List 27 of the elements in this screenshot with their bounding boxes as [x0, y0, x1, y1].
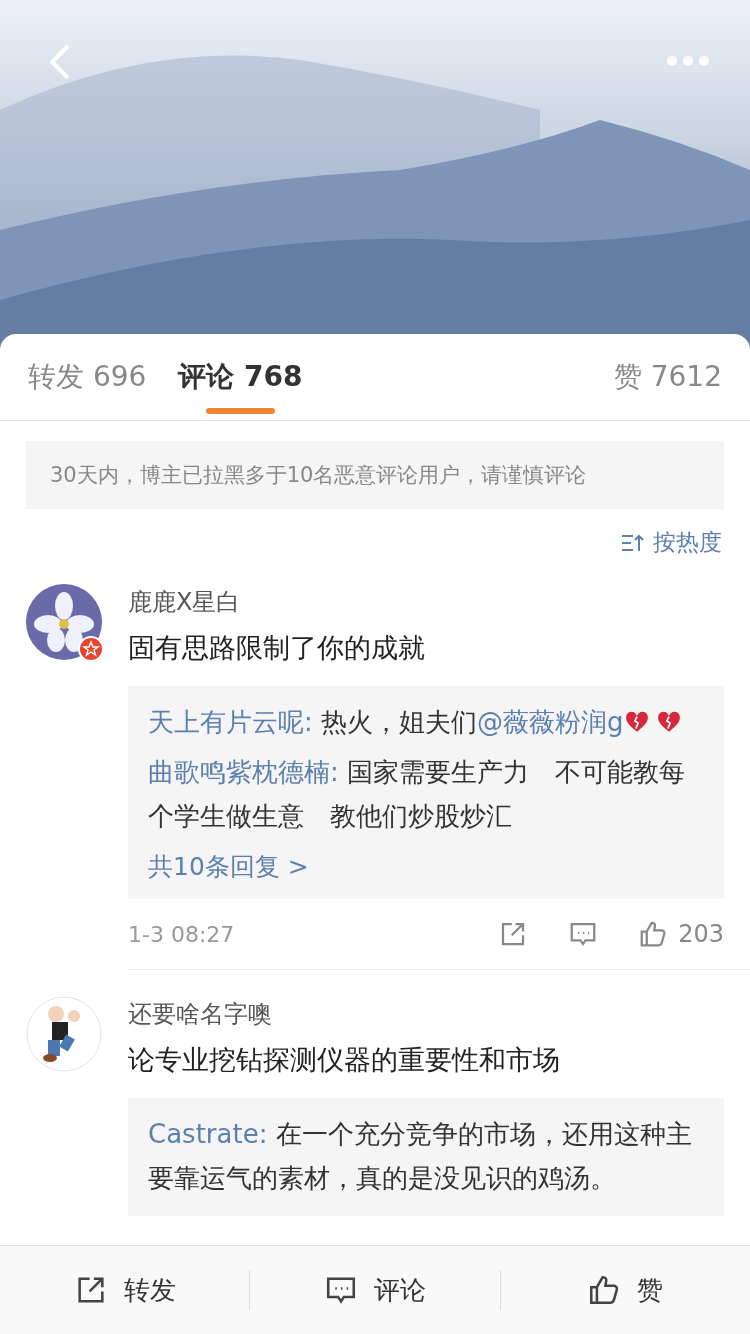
reply-text: 天上有片云呢: 热火，姐夫们@薇薇粉润g [148, 700, 704, 744]
comment-button[interactable]: 评论 [250, 1246, 500, 1334]
tab[interactable]: 赞 7612 [613, 334, 722, 420]
sort-button[interactable]: 按热度 [621, 527, 722, 558]
user-name[interactable]: 鹿鹿X星白 [128, 586, 724, 618]
sort-icon [621, 532, 645, 553]
cartoon-sailor-avatar[interactable] [26, 996, 102, 1072]
thumbs-up-icon [638, 919, 669, 949]
mention-link[interactable]: @薇薇粉润g [477, 707, 624, 737]
share-button[interactable]: 转发 [0, 1246, 250, 1334]
reply-text: 曲歌鸣紫枕德楠: 国家需要生产力 不可能教每个学生做生意 教他们炒股炒汇 [148, 756, 687, 833]
tab[interactable]: 评论 768 [178, 334, 303, 420]
flower-avatar[interactable] [26, 584, 102, 660]
tab[interactable]: 转发 696 [28, 334, 147, 420]
reply-text: Castrate: 在一个充分竞争的市场，还用这种主要靠运气的素材，真的是没见识的鸡汤。 [148, 1118, 693, 1195]
reply-author-link[interactable]: 天上有片云呢: [148, 707, 313, 737]
more-replies-link[interactable]: 共10条回复 > [148, 850, 704, 883]
reply-author-link[interactable]: 曲歌鸣紫枕德楠: [148, 757, 339, 787]
notice-banner: 30天内，博主已拉黑多于10名恶意评论用户，请谨慎评论 [26, 441, 724, 509]
comment-text: 固有思路限制了你的成就 [128, 631, 426, 665]
comment-text: 论专业挖钻探测仪器的重要性和市场 [128, 1043, 561, 1077]
reply-author-link[interactable]: Castrate: [148, 1119, 268, 1149]
like-button[interactable]: 203 [638, 919, 724, 949]
comment-time: 1-3 08:27 [128, 921, 236, 947]
like-button[interactable]: 赞 [500, 1246, 750, 1334]
verified-badge-icon [78, 636, 104, 662]
user-name[interactable]: 还要啥名字噢 [128, 998, 724, 1030]
